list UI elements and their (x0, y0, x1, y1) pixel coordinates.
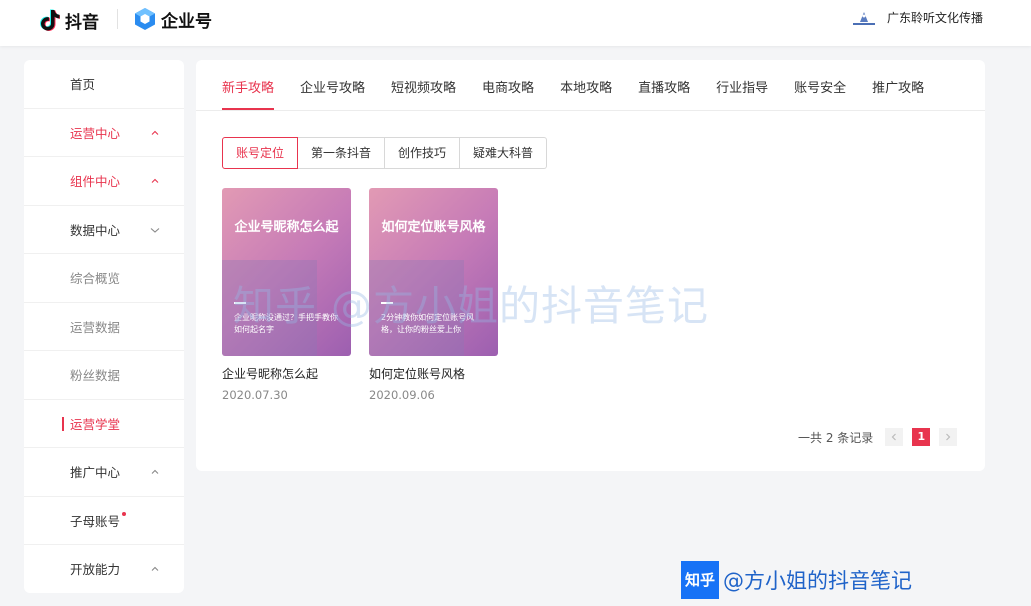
category-tab[interactable]: 推广攻略 (872, 60, 924, 110)
main-panel: 新手攻略 企业号攻略 短视频攻略 电商攻略 本地攻略 直播攻略 行业指导 账号安全 推广攻略 账… (196, 60, 985, 471)
sidebar-item-label: 组件中心 (70, 174, 121, 190)
sidebar-item-label: 首页 (70, 77, 96, 93)
douyin-logo-icon (40, 9, 60, 31)
category-tab-label: 新手攻略 (222, 81, 275, 96)
category-tab-label: 本地攻略 (560, 81, 613, 96)
card-cover-image[interactable]: 企业号昵称怎么起企业昵称没通过？手把手教你如何起名字 (222, 188, 351, 356)
sidebar-item[interactable]: 运营数据 (24, 303, 184, 351)
sidebar-item-label: 运营中心 (70, 125, 121, 141)
zhihu-logo: 知乎 (681, 561, 719, 599)
sidebar-item[interactable]: 首页 (24, 60, 184, 109)
cover-overlay (222, 260, 317, 356)
sidebar-item-label: 运营数据 (70, 319, 121, 335)
zhihu-watermark-badge: 知乎 @方小姐的抖音笔记 (681, 561, 912, 599)
cover-description: 企业昵称没通过？手把手教你如何起名字 (234, 313, 338, 334)
segment-tab[interactable]: 创作技巧 (385, 137, 461, 169)
chevron-up-icon (151, 469, 159, 474)
category-tab[interactable]: 直播攻略 (638, 60, 690, 110)
category-tab[interactable]: 本地攻略 (560, 60, 612, 110)
header-divider (117, 9, 118, 29)
chevron-right-icon (946, 433, 951, 441)
sidebar-item[interactable]: 开放能力 (24, 545, 184, 593)
cover-divider (381, 302, 393, 304)
cover-title: 企业号昵称怎么起 (234, 220, 339, 235)
sidebar-item[interactable]: 粉丝数据 (24, 351, 184, 400)
category-tab-label: 直播攻略 (638, 81, 691, 96)
card-title[interactable]: 企业号昵称怎么起 (222, 365, 351, 382)
sidebar-item[interactable]: 推广中心 (24, 448, 184, 497)
guide-card[interactable]: 企业号昵称怎么起 企业昵称没通过？手把手教你如何起名字 企业号昵称怎么起 2020.0… (222, 188, 351, 402)
category-tab-label: 企业号攻略 (300, 81, 366, 96)
chevron-up-icon (151, 566, 159, 571)
sidebar-item-label: 运营学堂 (70, 416, 121, 432)
sidebar-item-label: 综合概览 (70, 271, 121, 287)
sidebar-item[interactable]: 综合概览 (24, 254, 184, 303)
enterprise-logo-icon (135, 8, 155, 30)
cover-title: 如何定位账号风格 (381, 220, 486, 235)
sidebar-item[interactable]: 运营中心 (24, 109, 184, 157)
enterprise-brand[interactable]: 企业号 (134, 6, 212, 32)
category-tab[interactable]: 账号安全 (794, 60, 846, 110)
douyin-brand[interactable]: 抖音 (38, 8, 99, 33)
sidebar-item-label: 推广中心 (70, 465, 121, 481)
page-number-current[interactable]: 1 (912, 428, 931, 446)
category-tab-label: 电商攻略 (482, 81, 535, 96)
chevron-left-icon (891, 433, 897, 441)
card-date: 2020.07.30 (222, 388, 288, 402)
chevron-down-icon (150, 227, 160, 233)
chevron-up-icon (151, 130, 159, 135)
card-date: 2020.09.06 (369, 388, 435, 402)
category-tab[interactable]: 电商攻略 (482, 60, 534, 110)
sidebar-item-label: 开放能力 (70, 562, 121, 578)
sidebar-item[interactable]: 组件中心 (24, 157, 184, 206)
category-tab[interactable]: 企业号攻略 (300, 60, 365, 110)
new-badge-dot (122, 512, 127, 517)
user-menu[interactable]: 广东聆听文化传播 (852, 9, 983, 26)
pagination-total: 一共 2 条记录 (798, 430, 874, 445)
cover-description: 2分钟教你如何定位账号风格，让你的粉丝爱上你 (381, 313, 475, 334)
sidebar-item[interactable]: 运营学堂 (24, 400, 184, 448)
cover-overlay (369, 260, 464, 356)
next-page-button[interactable] (939, 428, 958, 446)
category-tab-label: 账号安全 (794, 81, 847, 96)
category-tabs: 新手攻略 企业号攻略 短视频攻略 电商攻略 本地攻略 直播攻略 行业指导 账号安全 推广攻略 (222, 60, 950, 110)
segment-tab[interactable]: 第一条抖音 (298, 137, 386, 169)
sidebar: 首页运营中心组件中心数据中心综合概览运营数据粉丝数据运营学堂推广中心子母账号开放… (24, 60, 184, 593)
segment-tab[interactable]: 账号定位 (222, 137, 299, 169)
segment-tabs: 账号定位 第一条抖音 创作技巧 疑难大科普 (222, 137, 548, 169)
enterprise-name: 企业号 (161, 11, 212, 32)
avatar (852, 11, 875, 25)
cover-divider (234, 302, 246, 304)
active-indicator (62, 416, 64, 431)
prev-page-button[interactable] (885, 428, 904, 446)
card-cover-image[interactable]: 如何定位账号风格 2分钟教你如何定位账号风格，让你的粉丝爱上你 (369, 188, 498, 356)
user-name: 广东聆听文化传播 (886, 11, 983, 25)
chevron-up-icon (151, 178, 159, 183)
brand-name: 抖音 (65, 12, 99, 33)
guide-card[interactable]: 如何定位账号风格 2分钟教你如何定位账号风格，让你的粉丝爱上你 如何定位账号风格 20… (369, 188, 498, 402)
category-tab-label: 行业指导 (716, 81, 769, 96)
top-bar: 抖音 企业号 广东聆听文化传播 (0, 0, 1031, 46)
category-tab[interactable]: 新手攻略 (222, 60, 275, 110)
category-tab-label: 短视频攻略 (391, 81, 457, 96)
sidebar-item[interactable]: 数据中心 (24, 206, 184, 254)
card-title[interactable]: 如何定位账号风格 (369, 365, 498, 382)
category-tab[interactable]: 行业指导 (716, 60, 768, 110)
category-tab-label: 推广攻略 (872, 81, 925, 96)
sidebar-item-label: 子母账号 (70, 513, 121, 529)
zhihu-handle: @方小姐的抖音笔记 (723, 569, 912, 593)
sidebar-item-label: 数据中心 (70, 222, 121, 238)
tab-divider (196, 110, 985, 111)
segment-tab[interactable]: 疑难大科普 (460, 137, 548, 169)
sidebar-item[interactable]: 子母账号 (24, 497, 184, 545)
category-tab[interactable]: 短视频攻略 (391, 60, 456, 110)
sidebar-item-label: 粉丝数据 (70, 368, 121, 384)
pagination: 一共 2 条记录 1 (798, 428, 966, 446)
